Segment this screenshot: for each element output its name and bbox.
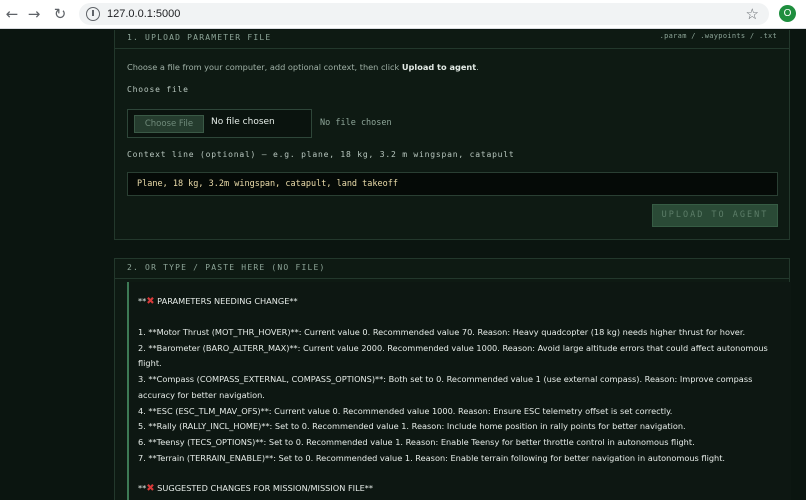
card-header: 1. UPLOAD PARAMETER FILE .param / .waypo… — [115, 30, 789, 49]
list-item: 6. **Teensy (TECS_OPTIONS)**: Set to 0. … — [138, 436, 695, 447]
context-input[interactable]: Plane, 18 kg, 3.2m wingspan, catapult, l… — [127, 172, 778, 196]
upload-help-text: Choose a file from your computer, add op… — [127, 62, 479, 72]
arrow-left-icon[interactable]: ← — [2, 4, 22, 24]
cross-mark-icon: ✖ — [146, 296, 155, 307]
choose-file-label: Choose file — [127, 85, 189, 94]
file-status: No file chosen — [320, 118, 392, 128]
list-item: 3. **Compass (COMPASS_EXTERNAL, COMPASS_… — [138, 374, 753, 400]
arrow-right-icon[interactable]: → — [24, 4, 44, 24]
file-input-status: No file chosen — [211, 117, 275, 127]
file-input[interactable]: Choose File No file chosen — [127, 109, 312, 138]
upload-to-agent-button[interactable]: UPLOAD TO AGENT — [652, 204, 778, 227]
address-bar[interactable]: 127.0.0.1:5000 ☆ — [79, 3, 769, 25]
paste-card-title: 2. OR TYPE / PASTE HERE (NO FILE) — [127, 263, 326, 272]
list-item: 4. **ESC (ESC_TLM_MAV_OFS)**: Current va… — [138, 405, 673, 416]
list-item: 5. **Rally (RALLY_INCL_HOME)**: Set to 0… — [138, 421, 686, 432]
page-content: 1. UPLOAD PARAMETER FILE .param / .waypo… — [0, 30, 806, 500]
list-item: 1. **Motor Thrust (MOT_THR_HOVER)**: Cur… — [138, 327, 746, 337]
bookmark-star-icon[interactable]: ☆ — [746, 4, 759, 24]
context-label: Context line (optional) — e.g. plane, 18… — [127, 150, 515, 159]
card-header: 2. OR TYPE / PASTE HERE (NO FILE) — [115, 259, 789, 279]
parameter-list: 1. **Motor Thrust (MOT_THR_HOVER)**: Cur… — [138, 325, 778, 466]
profile-avatar[interactable]: O — [779, 5, 796, 22]
parameters-heading: **✖ PARAMETERS NEEDING CHANGE** — [138, 296, 298, 307]
list-item: 2. **Barometer (BARO_ALTERR_MAX)**: Curr… — [138, 342, 768, 369]
upload-card-title: 1. UPLOAD PARAMETER FILE — [127, 33, 272, 42]
paste-card: 2. OR TYPE / PASTE HERE (NO FILE) **✖ PA… — [114, 258, 791, 500]
reload-icon[interactable]: ↻ — [50, 4, 70, 24]
browser-toolbar: ← → ↻ 127.0.0.1:5000 ☆ O — [0, 0, 806, 29]
agent-response: **✖ PARAMETERS NEEDING CHANGE** 1. **Mot… — [127, 282, 791, 500]
mission-heading: **✖ SUGGESTED CHANGES FOR MISSION/MISSIO… — [138, 483, 373, 494]
url-text[interactable]: 127.0.0.1:5000 — [107, 6, 180, 22]
cross-mark-icon: ✖ — [146, 483, 155, 494]
info-icon[interactable] — [86, 7, 100, 21]
list-item: 7. **Terrain (TERRAIN_ENABLE)**: Set to … — [138, 452, 726, 463]
upload-parameter-card: 1. UPLOAD PARAMETER FILE .param / .waypo… — [114, 30, 790, 240]
choose-file-button[interactable]: Choose File — [134, 115, 204, 133]
file-extensions-hint: .param / .waypoints / .txt — [659, 32, 777, 40]
